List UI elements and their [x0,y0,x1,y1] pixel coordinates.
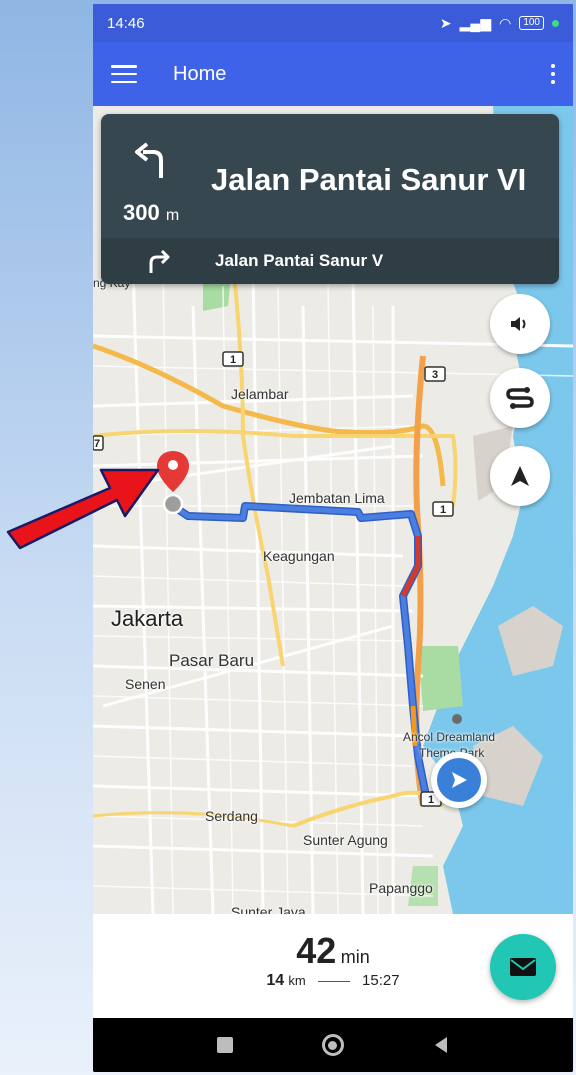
map-label-sunter-jaya: Sunter Jaya [231,904,306,914]
notification-dot [552,19,559,27]
message-button[interactable] [490,934,556,1000]
signal-icon: ▂▄▆ [459,14,492,31]
park-area [418,646,463,711]
menu-icon[interactable] [111,65,137,83]
recents-icon[interactable] [217,1037,234,1053]
volume-icon [511,317,526,331]
message-icon [510,958,536,976]
shield-1b: 1 [440,504,446,516]
current-street: Jalan Pantai Sanur VI [211,162,527,197]
route-options-button[interactable] [490,368,550,428]
map-label-papanggo: Papanggo [369,880,433,896]
app-title: Home [173,62,227,85]
turn-left-icon [135,142,163,178]
compass-icon [511,466,529,486]
next-instruction: Jalan Pantai Sanur V [101,238,559,284]
home-icon[interactable] [321,1034,344,1056]
turn-right-icon [149,249,170,273]
map-label-jelambar: Jelambar [231,386,289,402]
route-icon [506,387,534,409]
more-vert-icon[interactable] [551,64,555,84]
status-icons: ➤ ▂▄▆ ◠ 100 [440,15,559,32]
trip-distance-unit: km [288,973,306,988]
system-navigation-bar [93,1018,573,1072]
trip-duration-unit: min [340,947,370,967]
map-label-ancol: Ancol Dreamland [403,730,496,744]
map-label-pasar-baru: Pasar Baru [169,651,255,670]
status-bar: 14:46 ➤ ▂▄▆ ◠ 100 [93,4,573,42]
shield-1a: 1 [230,354,236,366]
map-label-jembatan-lima: Jembatan Lima [289,490,385,506]
volume-button[interactable] [490,294,550,354]
trip-separator [317,980,350,982]
current-instruction: 300 m Jalan Pantai Sanur VI [101,114,559,236]
annotation-arrow-icon [6,468,160,550]
turn-distance-value: 300 [123,200,160,225]
shield-3: 3 [432,369,438,381]
navigate-icon [437,758,481,802]
navigation-instruction-card[interactable]: 300 m Jalan Pantai Sanur VI Jalan Pantai… [101,114,559,284]
back-icon[interactable] [433,1036,449,1054]
wifi-icon: ◠ [499,14,512,31]
shield-1c: 1 [428,794,434,806]
poi-marker-icon [452,714,462,724]
status-time: 14:46 [107,14,145,32]
map-label-sunter-agung: Sunter Agung [303,832,388,848]
map-label-keagungan: Keagungan [263,548,335,564]
trip-distance-value: 14 [266,972,285,989]
location-icon: ➤ [439,14,452,31]
turn-distance: 300 m [123,200,179,226]
map-label-serdang: Serdang [205,808,258,824]
compass-button[interactable] [490,446,550,506]
arrival-time: 15:27 [362,972,400,989]
current-location-button[interactable] [431,752,487,808]
battery-icon: 100 [519,16,544,30]
next-street: Jalan Pantai Sanur V [215,251,384,270]
map-label-jakarta: Jakarta [111,606,184,631]
turn-distance-unit: m [165,207,180,224]
trip-duration-value: 42 [296,930,337,971]
map-label-senen: Senen [125,676,166,692]
app-bar: Home [93,42,573,106]
